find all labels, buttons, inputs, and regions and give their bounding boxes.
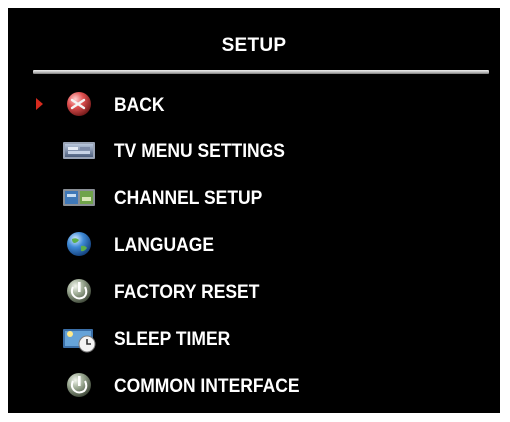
menu-item-label: SLEEP TIMER bbox=[114, 329, 231, 350]
common-interface-icon bbox=[60, 370, 98, 400]
menu-item-common-interface[interactable]: COMMON INTERFACE bbox=[8, 368, 500, 404]
menu-item-sleep-timer[interactable]: SLEEP TIMER bbox=[8, 321, 500, 357]
back-icon bbox=[60, 89, 98, 119]
setup-menu-list: BACK TV MENU SETTINGS CHANNEL SETUP LANG… bbox=[8, 8, 500, 413]
menu-item-back[interactable]: BACK bbox=[8, 87, 500, 123]
menu-item-channel-setup[interactable]: CHANNEL SETUP bbox=[8, 180, 500, 216]
menu-item-label: CHANNEL SETUP bbox=[114, 188, 263, 209]
osd-menu-panel: SETUP BACK TV MENU SETTINGS CHANNEL SETU… bbox=[8, 8, 500, 413]
menu-item-language[interactable]: LANGUAGE bbox=[8, 227, 500, 263]
menu-item-label: COMMON INTERFACE bbox=[114, 376, 300, 397]
tv-menu-settings-icon bbox=[60, 135, 98, 165]
factory-reset-icon bbox=[60, 276, 98, 306]
channel-setup-icon bbox=[60, 182, 98, 212]
menu-item-label: LANGUAGE bbox=[114, 235, 215, 256]
menu-item-label: TV MENU SETTINGS bbox=[114, 141, 285, 162]
menu-item-factory-reset[interactable]: FACTORY RESET bbox=[8, 274, 500, 310]
selection-cursor-icon bbox=[36, 98, 43, 110]
menu-item-label: BACK bbox=[114, 95, 165, 116]
menu-item-tv-menu-settings[interactable]: TV MENU SETTINGS bbox=[8, 133, 500, 169]
menu-item-label: FACTORY RESET bbox=[114, 282, 260, 303]
sleep-timer-icon bbox=[60, 323, 98, 353]
globe-icon bbox=[60, 229, 98, 259]
